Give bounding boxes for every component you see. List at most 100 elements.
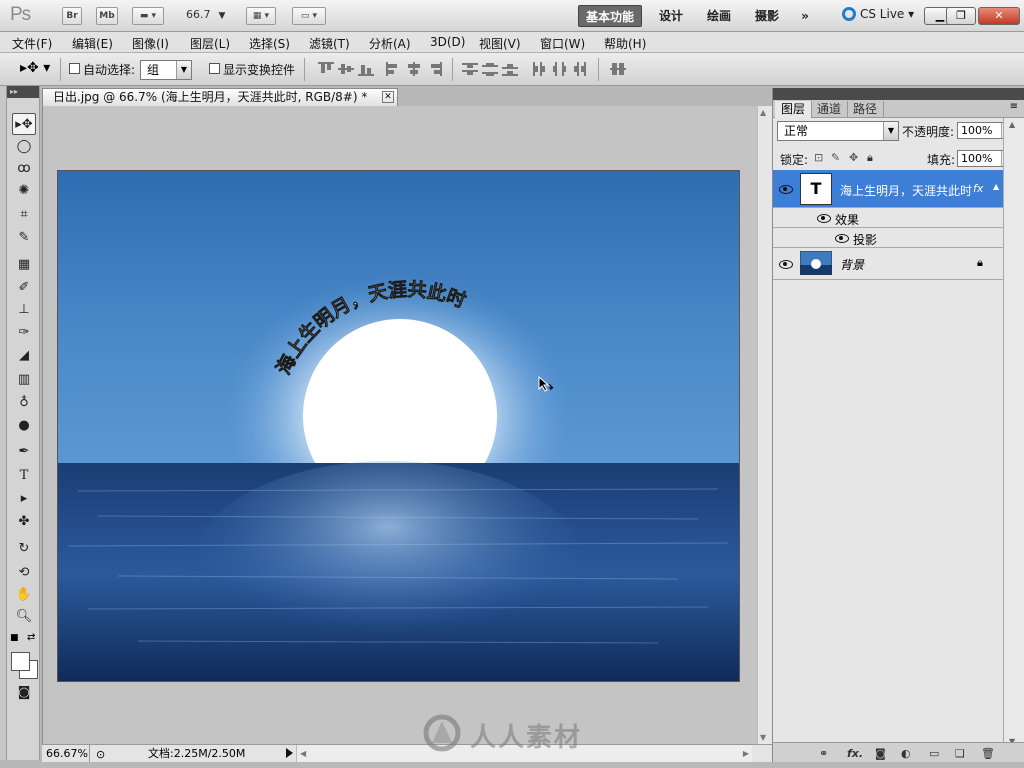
arrange-documents-button[interactable]: ▦ ▾ xyxy=(246,7,276,25)
add-layer-style-icon[interactable]: fx. xyxy=(847,747,863,760)
document-tab[interactable]: 日出.jpg @ 66.7% (海上生明月，天涯共此时, RGB/8#) * ✕ xyxy=(42,88,398,106)
lock-position-icon[interactable]: ✥ xyxy=(849,151,858,164)
menu-image[interactable]: 图像(I) xyxy=(132,35,169,52)
zoom-tool-icon[interactable]: 🔍︎ xyxy=(12,606,36,628)
menu-window[interactable]: 窗口(W) xyxy=(540,35,585,52)
align-left-icon[interactable] xyxy=(386,62,402,76)
menu-3d[interactable]: 3D(D) xyxy=(430,35,465,49)
distribute-bottom-icon[interactable] xyxy=(502,62,518,76)
distribute-top-icon[interactable] xyxy=(462,62,478,76)
tab-layers[interactable]: 图层 xyxy=(775,101,813,118)
new-layer-icon[interactable]: ❏ xyxy=(955,747,965,760)
panel-menu-icon[interactable]: ≡ xyxy=(1010,101,1018,112)
scroll-down-icon[interactable]: ▼ xyxy=(760,733,766,742)
history-brush-tool-icon[interactable]: ✑ xyxy=(12,322,36,344)
hand-tool-icon[interactable]: ✋ xyxy=(12,584,36,606)
document-image[interactable]: 海上生明月，天涯共此时 xyxy=(57,170,740,682)
scroll-up-icon[interactable]: ▲ xyxy=(1009,120,1015,129)
lock-transparent-pixels-icon[interactable]: ⊡ xyxy=(814,151,823,164)
menu-edit[interactable]: 编辑(E) xyxy=(72,35,113,52)
menu-analysis[interactable]: 分析(A) xyxy=(369,35,411,52)
menu-help[interactable]: 帮助(H) xyxy=(604,35,646,52)
tab-channels[interactable]: 通道 xyxy=(811,101,849,118)
workspace-photography-button[interactable]: 摄影 xyxy=(748,5,786,27)
layer-effects-row[interactable]: 效果 xyxy=(773,208,1003,228)
more-workspaces-button[interactable]: » xyxy=(794,5,816,27)
distribute-vertical-center-icon[interactable] xyxy=(482,62,498,76)
lasso-tool-icon[interactable]: ꝏ xyxy=(12,158,36,180)
3d-orbit-tool-icon[interactable]: ⟲ xyxy=(12,562,36,584)
gradient-tool-icon[interactable]: ▥ xyxy=(12,369,36,391)
menu-layer[interactable]: 图层(L) xyxy=(190,35,230,52)
distribute-left-icon[interactable] xyxy=(532,62,548,76)
menu-view[interactable]: 视图(V) xyxy=(479,35,521,52)
workspace-design-button[interactable]: 设计 xyxy=(652,5,690,27)
layer-row-background[interactable]: 背景 🔒︎ xyxy=(773,248,1003,280)
eraser-tool-icon[interactable]: ◢ xyxy=(12,345,36,367)
foreground-color-swatch[interactable] xyxy=(11,652,30,671)
align-bottom-icon[interactable] xyxy=(358,62,374,76)
spot-healing-brush-icon[interactable]: ▦ xyxy=(12,254,36,276)
distribute-horizontal-center-icon[interactable] xyxy=(552,62,568,76)
move-tool-preset-icon[interactable]: ▸✥ ▾ xyxy=(20,60,50,76)
3d-rotate-tool-icon[interactable]: ↻ xyxy=(12,538,36,560)
clone-stamp-tool-icon[interactable]: ⊥ xyxy=(12,299,36,321)
zoom-level-dropdown[interactable]: 66.7 ▼ xyxy=(186,8,225,21)
crop-tool-icon[interactable]: ⌗ xyxy=(12,204,36,226)
mini-bridge-button[interactable]: Mb xyxy=(96,7,118,25)
layers-panel-scrollbar[interactable]: ▲ ▼ xyxy=(1003,118,1024,748)
restore-button[interactable]: ❐ xyxy=(946,7,976,25)
dodge-tool-icon[interactable]: ● xyxy=(12,415,36,437)
document-vertical-scrollbar[interactable]: ▲ ▼ xyxy=(757,106,772,744)
drop-shadow-visibility-eye-icon[interactable] xyxy=(835,233,849,243)
show-transform-controls-checkbox[interactable] xyxy=(209,63,220,74)
swap-colors-icon[interactable]: ⇄ xyxy=(27,632,35,643)
align-vertical-center-icon[interactable] xyxy=(338,62,354,76)
scroll-left-icon[interactable]: ◀ xyxy=(300,745,306,762)
effects-visibility-eye-icon[interactable] xyxy=(817,213,831,223)
link-layers-icon[interactable]: ⚭ xyxy=(819,747,828,760)
blur-tool-icon[interactable]: ♁ xyxy=(12,392,36,414)
visibility-eye-icon[interactable] xyxy=(779,259,793,269)
menu-filter[interactable]: 滤镜(T) xyxy=(309,35,350,52)
path-selection-tool-icon[interactable]: ▸ xyxy=(12,488,36,510)
close-document-icon[interactable]: ✕ xyxy=(382,91,394,103)
workspace-essentials-button[interactable]: 基本功能 xyxy=(578,5,642,27)
menu-select[interactable]: 选择(S) xyxy=(249,35,290,52)
tools-panel-header[interactable]: ▸▸ xyxy=(7,86,39,98)
lock-image-pixels-icon[interactable]: ✎ xyxy=(831,151,840,164)
cs-live-button[interactable]: CS Live ▾ xyxy=(842,7,914,21)
quick-mask-icon[interactable]: ◙ xyxy=(12,682,36,704)
visibility-eye-icon[interactable] xyxy=(779,184,793,194)
tab-paths[interactable]: 路径 xyxy=(847,101,885,118)
scroll-right-icon[interactable]: ▶ xyxy=(743,745,749,762)
pen-tool-icon[interactable]: ✒ xyxy=(12,441,36,463)
new-group-icon[interactable]: ▭ xyxy=(929,747,939,760)
lock-all-icon[interactable]: 🔒︎ xyxy=(867,151,873,165)
align-top-icon[interactable] xyxy=(318,62,334,76)
custom-shape-tool-icon[interactable]: ✤ xyxy=(12,511,36,533)
adjustment-layer-icon[interactable]: ◐ xyxy=(901,747,911,760)
chevron-up-icon[interactable]: ▲ xyxy=(993,182,999,191)
delete-layer-icon[interactable]: 🗑︎ xyxy=(981,747,995,760)
panel-collapse-bar[interactable] xyxy=(773,88,1024,100)
move-tool-icon[interactable]: ▸✥ xyxy=(12,113,36,135)
quick-selection-tool-icon[interactable]: ✺ xyxy=(12,180,36,202)
bridge-button[interactable]: Br xyxy=(62,7,82,25)
auto-select-checkbox[interactable] xyxy=(69,63,80,74)
view-extras-button[interactable]: ▬ ▾ xyxy=(132,7,164,25)
marquee-tool-icon[interactable]: ◯ xyxy=(12,136,36,158)
status-zoom-value[interactable]: 66.67% xyxy=(44,745,90,762)
distribute-right-icon[interactable] xyxy=(572,62,588,76)
layer-row-text[interactable]: T 海上生明月，天涯共此时 fx ▲ xyxy=(773,170,1003,208)
align-horizontal-center-icon[interactable] xyxy=(406,62,422,76)
auto-align-layers-icon[interactable] xyxy=(610,62,626,76)
status-menu-arrow-icon[interactable] xyxy=(286,748,293,758)
layer-effects-icon[interactable]: fx xyxy=(973,182,983,195)
brush-tool-icon[interactable]: ✐ xyxy=(12,277,36,299)
menu-file[interactable]: 文件(F) xyxy=(12,35,52,52)
align-right-icon[interactable] xyxy=(426,62,442,76)
type-tool-icon[interactable]: T xyxy=(12,465,36,487)
drop-shadow-row[interactable]: 投影 xyxy=(773,228,1003,248)
auto-select-target-dropdown[interactable]: 组 ▼ xyxy=(140,60,192,80)
